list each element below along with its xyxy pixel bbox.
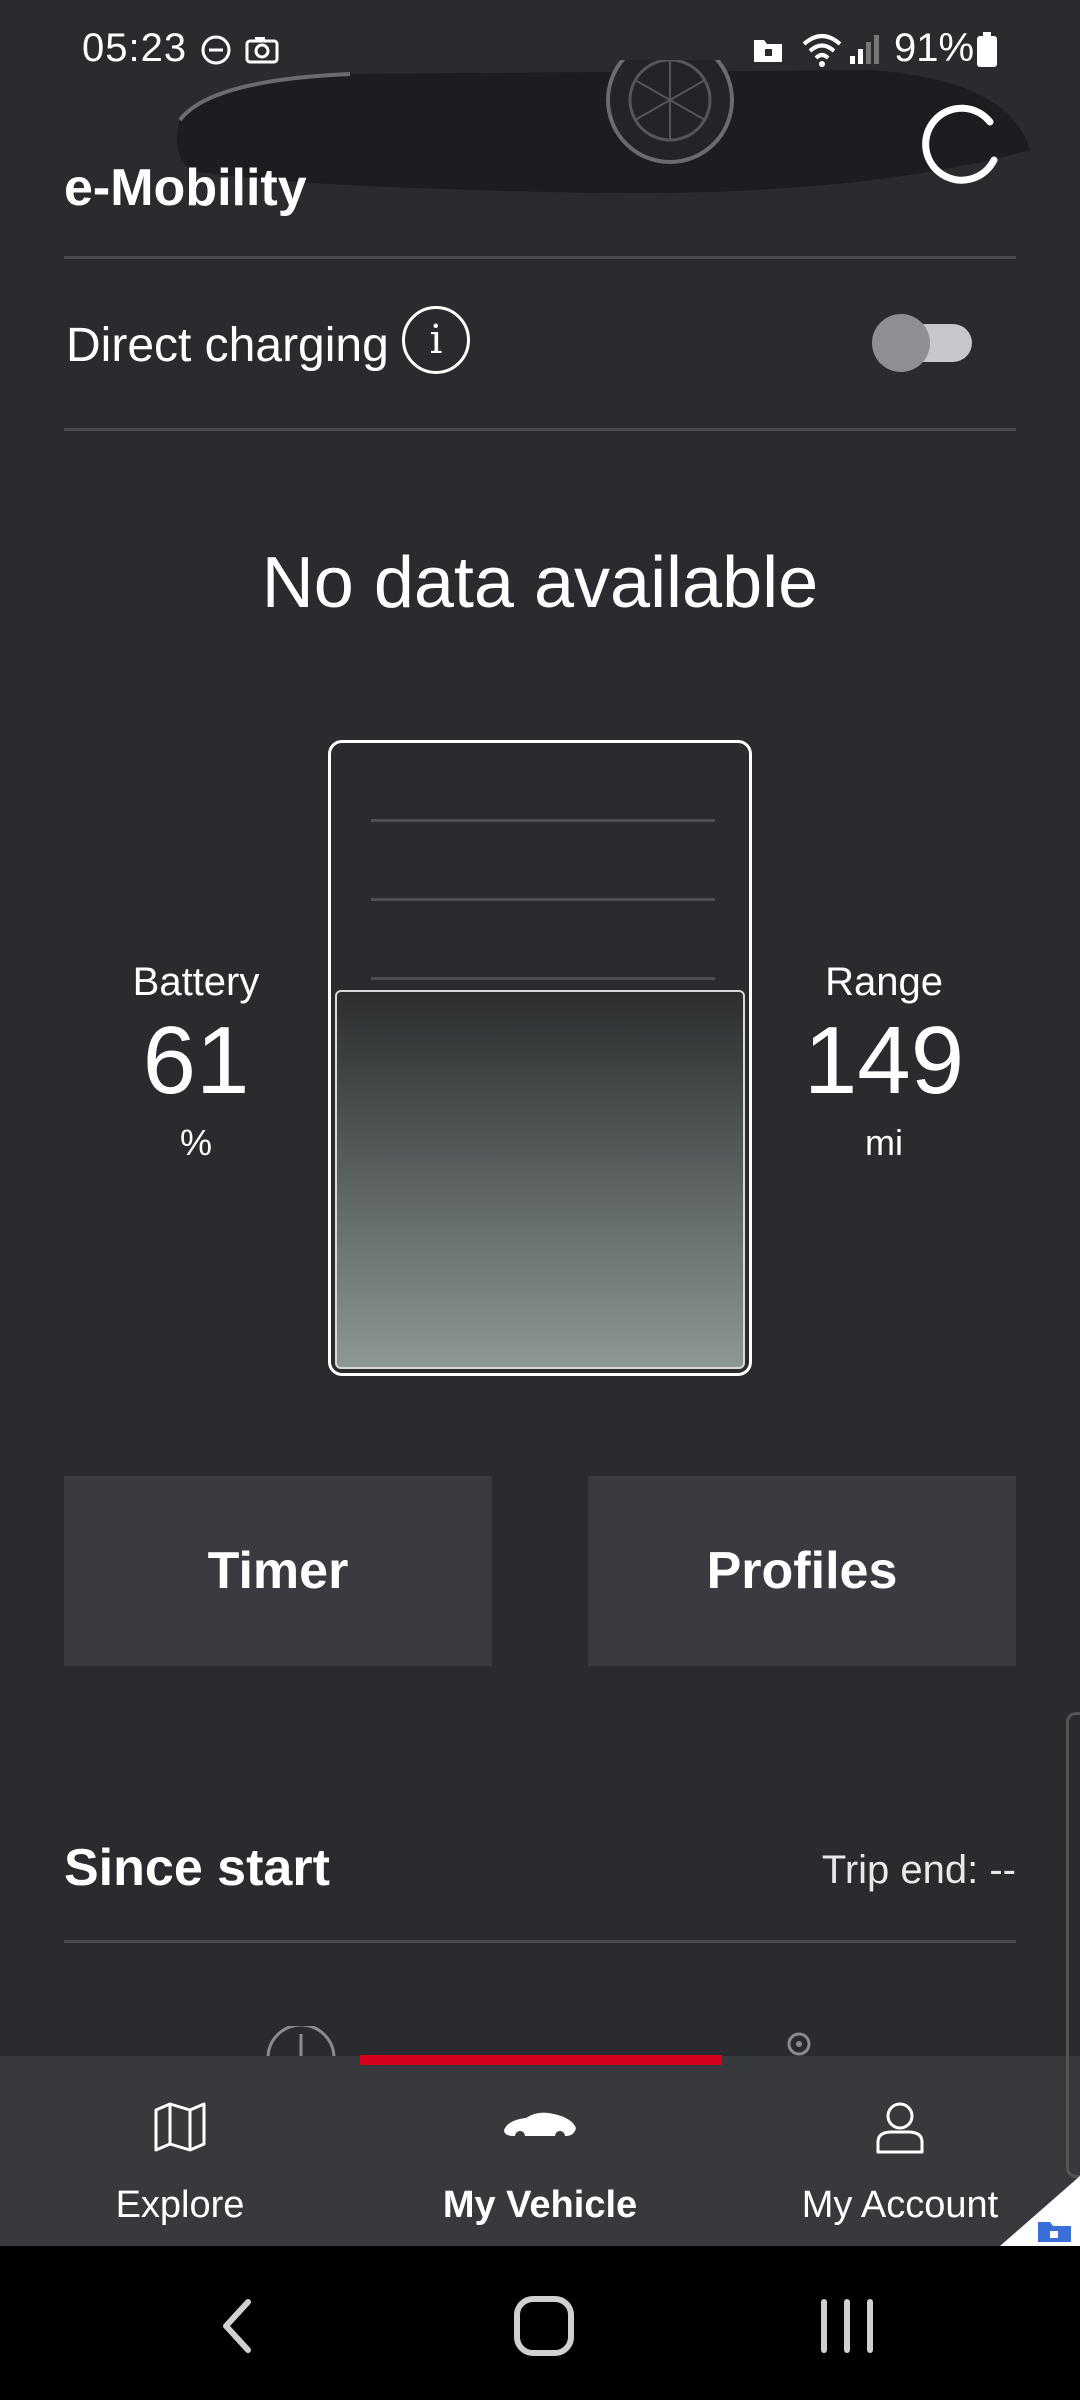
active-tab-indicator xyxy=(360,2055,722,2065)
direct-charging-toggle[interactable] xyxy=(872,314,972,372)
battery-label: Battery xyxy=(132,960,260,1004)
trip-section-title: Since start xyxy=(64,1839,330,1897)
divider xyxy=(64,1940,1016,1943)
gauge-gridline xyxy=(371,898,715,901)
range-label: Range xyxy=(825,960,943,1004)
secure-folder-badge-icon xyxy=(1000,2176,1080,2246)
nav-label-explore: Explore xyxy=(115,2184,245,2226)
divider xyxy=(64,428,1016,431)
gauge-gridline xyxy=(371,819,715,822)
range-value: 149 xyxy=(803,1007,965,1114)
info-icon[interactable]: i xyxy=(402,306,470,374)
page-title: e-Mobility xyxy=(64,159,307,217)
recent-apps-icon[interactable] xyxy=(816,2298,878,2354)
location-pin-icon xyxy=(787,2032,811,2056)
info-glyph: i xyxy=(429,317,443,363)
nav-item-my-vehicle[interactable]: My Vehicle xyxy=(360,2056,720,2246)
scrollbar[interactable] xyxy=(1066,1712,1080,2178)
nav-item-explore[interactable]: Explore xyxy=(0,2056,360,2246)
battery-gauge xyxy=(328,740,752,1376)
battery-fill xyxy=(335,990,745,1369)
nav-label-my-vehicle: My Vehicle xyxy=(442,2184,638,2226)
map-icon xyxy=(154,2102,206,2152)
divider xyxy=(64,256,1016,259)
gauge-gridline xyxy=(371,977,715,980)
toggle-knob xyxy=(872,314,930,372)
timer-button[interactable]: Timer xyxy=(64,1476,492,1666)
bottom-navigation: Explore My Vehicle My Account xyxy=(0,2056,1080,2246)
back-icon[interactable] xyxy=(218,2296,258,2356)
refresh-icon[interactable] xyxy=(918,100,1004,186)
car-icon xyxy=(504,2112,576,2141)
clock-icon xyxy=(266,2026,336,2058)
trip-end-value: Trip end: -- xyxy=(821,1848,1016,1892)
direct-charging-label: Direct charging xyxy=(66,319,389,372)
profiles-button[interactable]: Profiles xyxy=(588,1476,1016,1666)
home-icon[interactable] xyxy=(512,2294,576,2358)
battery-value: 61 xyxy=(142,1007,250,1114)
system-navigation-bar xyxy=(0,2246,1080,2400)
battery-unit: % xyxy=(179,1122,212,1163)
no-data-message: No data available xyxy=(261,543,819,623)
user-icon xyxy=(876,2102,924,2154)
range-unit: mi xyxy=(865,1122,903,1163)
